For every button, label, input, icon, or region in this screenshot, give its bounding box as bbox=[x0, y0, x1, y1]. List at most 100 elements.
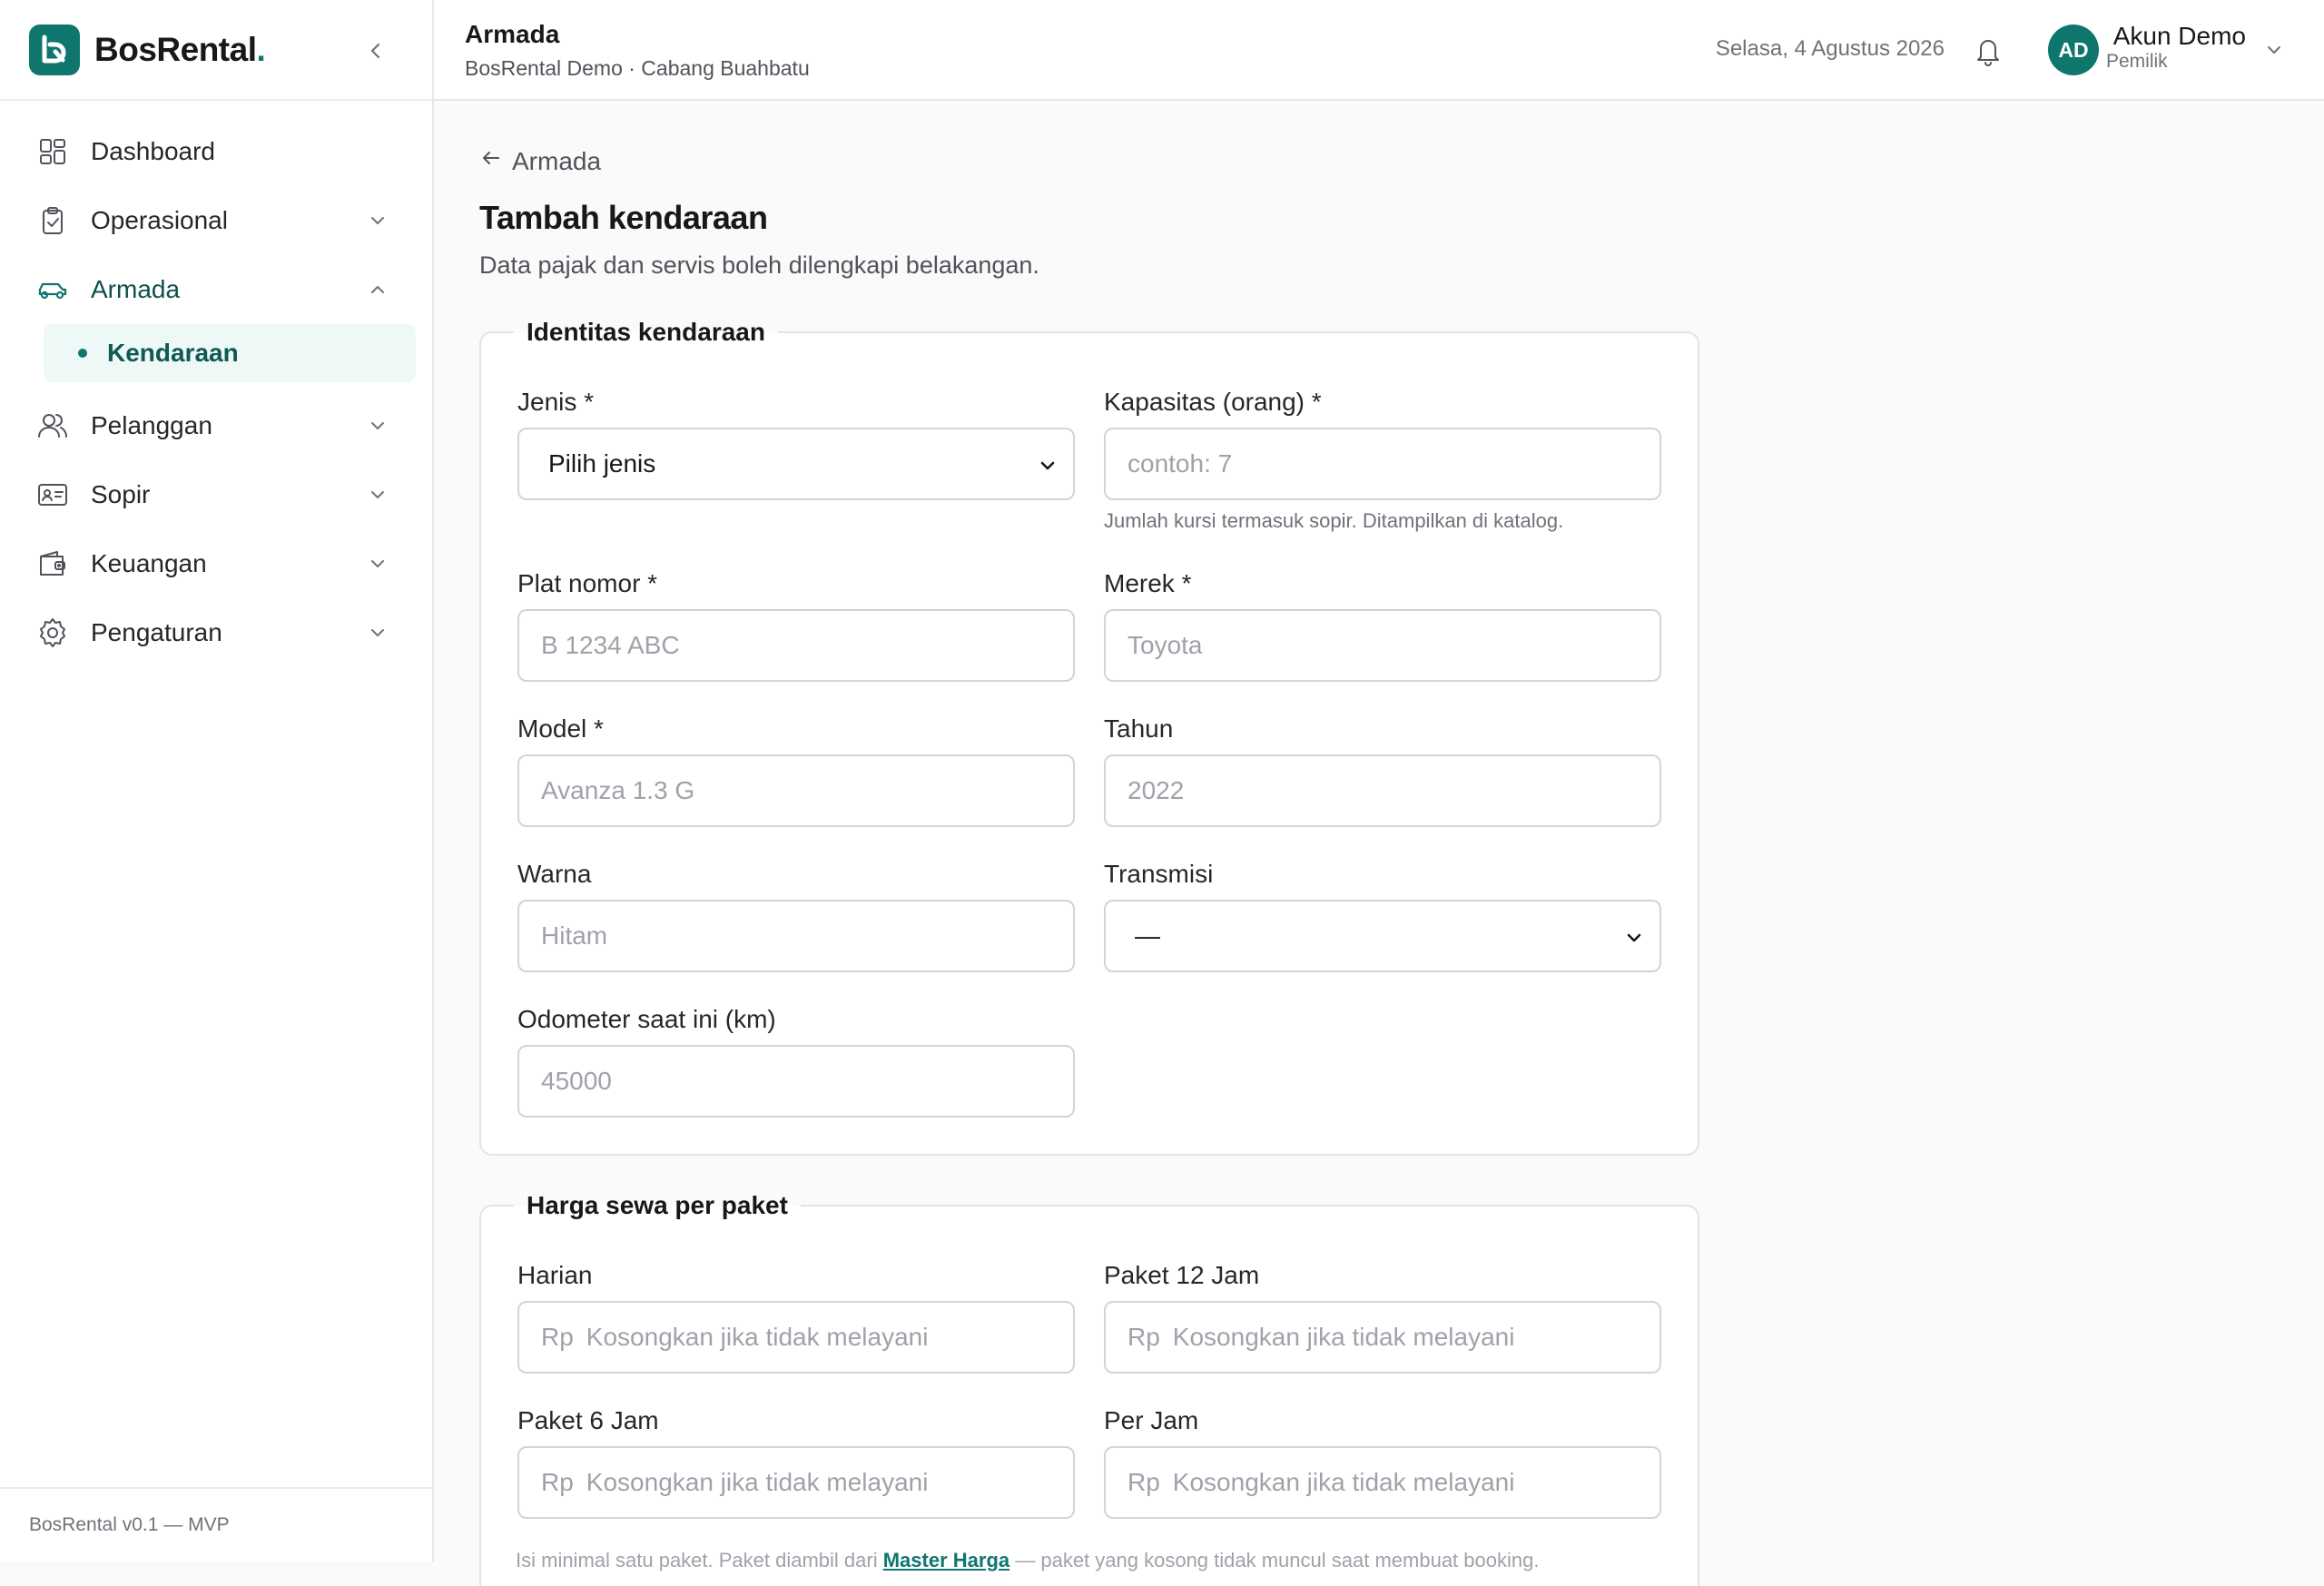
kapasitas-label: Kapasitas (orang) * bbox=[1104, 388, 1322, 416]
sidebar-item-armada[interactable]: Armada bbox=[0, 255, 432, 324]
top-bar: Armada BosRental Demo · Cabang Buahbatu … bbox=[434, 0, 2324, 101]
plat-input[interactable]: B 1234 ABC bbox=[517, 609, 1075, 682]
sidebar-item-pelanggan[interactable]: Pelanggan bbox=[0, 391, 432, 460]
chevron-down-icon bbox=[363, 480, 392, 509]
identity-legend: Identitas kendaraan bbox=[514, 315, 778, 350]
user-role: Pemilik bbox=[2106, 51, 2168, 72]
sidebar-item-label: Armada bbox=[91, 275, 181, 303]
id-card-icon bbox=[36, 478, 69, 511]
sidebar-item-label: Dashboard bbox=[91, 137, 215, 165]
gear-icon bbox=[36, 616, 69, 649]
sidebar-item-label: Sopir bbox=[91, 480, 151, 508]
paket12-label: Paket 12 Jam bbox=[1104, 1261, 1260, 1289]
jenis-label: Jenis * bbox=[517, 388, 595, 416]
sidebar-item-keuangan[interactable]: Keuangan bbox=[0, 529, 432, 598]
active-dot-icon bbox=[78, 349, 87, 358]
currency-prefix: Rp bbox=[1128, 1468, 1160, 1496]
model-input[interactable]: Avanza 1.3 G bbox=[517, 754, 1075, 827]
odometer-input[interactable]: 45000 bbox=[517, 1045, 1075, 1118]
pricing-legend: Harga sewa per paket bbox=[514, 1188, 801, 1223]
warna-label: Warna bbox=[517, 860, 592, 888]
sidebar-item-pengaturan[interactable]: Pengaturan bbox=[0, 598, 432, 667]
paket12-input[interactable]: Rp Kosongkan jika tidak melayani bbox=[1104, 1301, 1661, 1374]
kapasitas-help: Jumlah kursi termasuk sopir. Ditampilkan… bbox=[1104, 509, 1564, 532]
back-link[interactable]: Armada bbox=[479, 146, 601, 176]
bell-icon[interactable] bbox=[1970, 33, 2006, 69]
chevron-down-icon bbox=[363, 411, 392, 440]
kapasitas-field: Kapasitas (orang) * contoh: 7 Jumlah kur… bbox=[1104, 386, 1661, 533]
plat-label: Plat nomor * bbox=[517, 569, 658, 597]
merek-input[interactable]: Toyota bbox=[1104, 609, 1661, 682]
perjam-field: Per Jam Rp Kosongkan jika tidak melayani bbox=[1104, 1404, 1661, 1519]
sidebar: BosRental. Dashboard Operasional Armada … bbox=[0, 0, 434, 1561]
users-icon bbox=[36, 409, 69, 442]
transmisi-field: Transmisi — bbox=[1104, 858, 1661, 972]
chevron-down-icon bbox=[1035, 453, 1060, 478]
brand: BosRental. bbox=[0, 0, 432, 101]
sidebar-collapse-icon[interactable] bbox=[359, 34, 392, 67]
arrow-left-icon bbox=[479, 146, 503, 176]
clipboard-check-icon bbox=[36, 204, 69, 237]
harian-label: Harian bbox=[517, 1261, 593, 1289]
paket6-input[interactable]: Rp Kosongkan jika tidak melayani bbox=[517, 1446, 1075, 1519]
plat-field: Plat nomor * B 1234 ABC bbox=[517, 567, 1075, 682]
app-version: BosRental v0.1 — MVP bbox=[0, 1487, 432, 1561]
paket6-field: Paket 6 Jam Rp Kosongkan jika tidak melay… bbox=[517, 1404, 1075, 1519]
harian-field: Harian Rp Kosongkan jika tidak melayani bbox=[517, 1259, 1075, 1374]
currency-prefix: Rp bbox=[541, 1468, 574, 1496]
transmisi-label: Transmisi bbox=[1104, 860, 1214, 888]
perjam-input[interactable]: Rp Kosongkan jika tidak melayani bbox=[1104, 1446, 1661, 1519]
brand-logo-icon[interactable] bbox=[29, 24, 80, 75]
merek-field: Merek * Toyota bbox=[1104, 567, 1661, 682]
dashboard-icon bbox=[36, 135, 69, 168]
sidebar-item-sopir[interactable]: Sopir bbox=[0, 460, 432, 529]
odometer-label: Odometer saat ini (km) bbox=[517, 1005, 776, 1033]
sidebar-item-operasional[interactable]: Operasional bbox=[0, 186, 432, 255]
model-label: Model * bbox=[517, 714, 604, 743]
paket12-field: Paket 12 Jam Rp Kosongkan jika tidak mela… bbox=[1104, 1259, 1661, 1374]
sidebar-item-label: Keuangan bbox=[91, 549, 207, 577]
sidebar-item-label: Pengaturan bbox=[91, 618, 222, 646]
back-link-label: Armada bbox=[512, 146, 602, 175]
brand-name: BosRental. bbox=[94, 30, 266, 68]
sidebar-item-label: Pelanggan bbox=[91, 411, 212, 439]
current-date: Selasa, 4 Agustus 2026 bbox=[1715, 36, 1945, 61]
currency-prefix: Rp bbox=[541, 1323, 574, 1351]
paket6-label: Paket 6 Jam bbox=[517, 1406, 659, 1434]
car-icon bbox=[36, 273, 69, 306]
user-name[interactable]: Akun Demo bbox=[2113, 22, 2246, 51]
currency-prefix: Rp bbox=[1128, 1323, 1160, 1351]
chevron-down-icon[interactable] bbox=[2260, 36, 2288, 64]
sidebar-subitem-kendaraan[interactable]: Kendaraan bbox=[44, 324, 416, 382]
sidebar-subitem-label: Kendaraan bbox=[107, 339, 239, 367]
chevron-down-icon bbox=[363, 549, 392, 578]
odometer-field: Odometer saat ini (km) 45000 bbox=[517, 1003, 1075, 1118]
avatar[interactable]: AD bbox=[2048, 25, 2099, 75]
page-title: Tambah kendaraan bbox=[479, 199, 768, 236]
transmisi-select[interactable]: — bbox=[1104, 900, 1661, 972]
warna-field: Warna Hitam bbox=[517, 858, 1075, 972]
kapasitas-input[interactable]: contoh: 7 bbox=[1104, 428, 1661, 500]
chevron-down-icon bbox=[1621, 925, 1647, 951]
pricing-section: Harga sewa per paket Harian Rp Kosongkan … bbox=[479, 1188, 1699, 1586]
chevron-down-icon bbox=[363, 618, 392, 647]
pricing-note: Isi minimal satu paket. Paket diambil da… bbox=[516, 1549, 1540, 1571]
identity-section: Identitas kendaraan Jenis * Pilih jenis … bbox=[479, 315, 1699, 1156]
tahun-field: Tahun 2022 bbox=[1104, 713, 1661, 827]
sidebar-item-label: Operasional bbox=[91, 206, 228, 234]
chevron-up-icon bbox=[363, 275, 392, 304]
page-subtitle: Data pajak dan servis boleh dilengkapi b… bbox=[479, 251, 1039, 279]
header-title: Armada bbox=[465, 20, 560, 48]
sidebar-item-dashboard[interactable]: Dashboard bbox=[0, 117, 432, 186]
jenis-field: Jenis * Pilih jenis bbox=[517, 386, 1075, 500]
merek-label: Merek * bbox=[1104, 569, 1192, 597]
sidebar-nav: Dashboard Operasional Armada Kendaraan P… bbox=[0, 101, 432, 667]
tahun-input[interactable]: 2022 bbox=[1104, 754, 1661, 827]
warna-input[interactable]: Hitam bbox=[517, 900, 1075, 972]
jenis-select[interactable]: Pilih jenis bbox=[517, 428, 1075, 500]
tahun-label: Tahun bbox=[1104, 714, 1174, 743]
master-harga-link[interactable]: Master Harga bbox=[883, 1549, 1009, 1571]
harian-input[interactable]: Rp Kosongkan jika tidak melayani bbox=[517, 1301, 1075, 1374]
perjam-label: Per Jam bbox=[1104, 1406, 1199, 1434]
wallet-icon bbox=[36, 547, 69, 580]
